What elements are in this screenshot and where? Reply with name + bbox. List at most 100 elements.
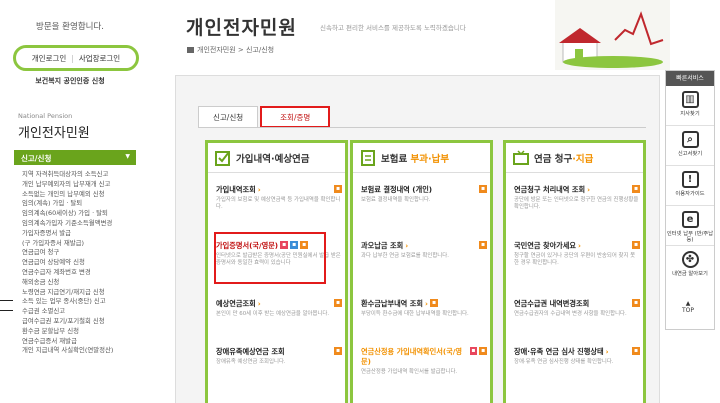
tab-report[interactable]: 신고/신청 [198, 106, 259, 128]
service-item[interactable]: 장애·유족 연금 심사 진행상태 › ▪ 장애·유족 연금 심사진행 상태를 확인… [514, 347, 640, 366]
submenu-item[interactable]: 개인 지급내역 사실확인(연말정산) [22, 346, 113, 356]
submenu-item[interactable]: (구 가입자증서 재발급) [22, 239, 113, 249]
service-name[interactable]: 예상연금조회 [216, 299, 256, 309]
submenu-item[interactable]: 소득없는 개인의 납부예외 신청 [22, 190, 113, 200]
submenu-item[interactable]: 가입자증명서 발급 [22, 229, 113, 239]
quick-service-bar: 빠른서비스 ▥ 지사찾기 ⌕ 신고서찾기 ! 이용자가이드 e 인터넷 납부 (… [665, 70, 715, 330]
np-english-title: National Pension [18, 112, 73, 120]
arrow-icon: › [405, 241, 409, 250]
column-title-part: 부과·납부 [407, 153, 450, 165]
service-name[interactable]: 장애유족예상연금 조회 [216, 347, 285, 357]
print-icon[interactable]: ▪ [469, 347, 478, 355]
shortcut-icon[interactable]: ▪ [632, 241, 640, 249]
shortcut-icon[interactable]: ▪ [479, 241, 487, 249]
submenu-item[interactable]: 임의(계속) 가입 · 탈퇴 [22, 199, 113, 209]
arrow-icon: › [257, 299, 261, 308]
menu-head-label: 신고/신청 [21, 154, 52, 163]
certificate-link[interactable]: 보건복지 공인인증 신청 [0, 76, 140, 86]
service-item[interactable]: 과오납금 조회 › ▪ 과다 납부한 연금 보험료를 확인합니다. [361, 241, 487, 260]
service-name[interactable]: 연금수급권 내역변경조회 [514, 299, 589, 309]
submenu-item[interactable]: 노령연금 지급연기/재지급 신청 [22, 288, 113, 298]
submenu-item[interactable]: 연금급여 청구 [22, 248, 113, 258]
submenu-item[interactable]: 임의계속가입자 기준소득월액변경 [22, 219, 113, 229]
submenu-item[interactable]: 임의계속(60세이상) 가입 · 탈퇴 [22, 209, 113, 219]
service-item[interactable]: 예상연금조회 › ▪ 본인이 만 60세 이후 받는 예상연금을 알아봅니다. [216, 299, 342, 318]
service-item[interactable]: 장애유족예상연금 조회 ▪ 장애유족 예상연금 조회입니다. [216, 347, 342, 366]
tv-icon [513, 149, 529, 165]
shortcut-icon[interactable]: ▪ [334, 185, 342, 193]
submenu-item[interactable]: 수급권 소멸신고 [22, 307, 113, 317]
tab-inquiry[interactable]: 조회/증명 [260, 106, 331, 128]
submenu-item[interactable]: 환수금 분할납부 신청 [22, 327, 113, 337]
divider [0, 310, 13, 311]
shortcut-icon[interactable]: ▪ [479, 185, 487, 193]
arrow-up-icon: ▲ [685, 300, 691, 307]
service-name[interactable]: 과오납금 조회 [361, 241, 403, 251]
service-name[interactable]: 가입내역조회 [216, 185, 256, 195]
divider [0, 300, 13, 301]
service-name[interactable]: 연금청구 처리내역 조회 [514, 185, 585, 195]
shortcut-icon[interactable]: ▪ [632, 299, 640, 307]
quick-item-branch[interactable]: ▥ 지사찾기 [666, 86, 714, 126]
service-name[interactable]: 국민연금 찾아가세요 [514, 241, 576, 251]
quick-label: 신고서찾기 [677, 151, 703, 157]
submenu-item[interactable]: 개인 납부예외자의 납부재개 신고 [22, 180, 113, 190]
breadcrumb: 개인전자민원 > 신고/신청 [187, 45, 274, 55]
submenu-item[interactable]: 연금수급자 계좌번호 변경 [22, 268, 113, 278]
quick-label: 지사찾기 [680, 111, 700, 117]
service-item[interactable]: 연금수급권 내역변경조회 ▪ 연금수급권자의 수급내역 변경 사항을 확인합니다… [514, 299, 640, 318]
page-title: 개인전자민원 [186, 17, 297, 39]
submenu-item[interactable]: 해외송금 신청 [22, 278, 113, 288]
shortcut-icon[interactable]: ▪ [430, 299, 438, 307]
quick-item-payment[interactable]: e 인터넷 납부 (반/주납 등) [666, 206, 714, 246]
arrow-icon: › [257, 185, 261, 194]
service-desc: 연금산정용 가입내역 확인서를 발급합니다. [361, 369, 458, 375]
arrow-icon: › [425, 299, 428, 308]
clover-icon: ✤ [681, 251, 699, 268]
quick-item-forms[interactable]: ⌕ 신고서찾기 [666, 126, 714, 166]
shortcut-icon[interactable]: ▪ [479, 347, 487, 355]
personal-login-button[interactable]: 개인로그인 [32, 53, 67, 64]
service-desc: 가입자의 보험료 및 예상연금액 등 가입내역을 확인합니다. [216, 197, 341, 210]
column-title: 가입내역·예상연금 [236, 151, 310, 165]
service-item[interactable]: 보험료 결정내역 (개인) ▪ 보험료 결정내역을 확인합니다. [361, 185, 487, 204]
service-name[interactable]: 보험료 결정내역 (개인) [361, 185, 432, 195]
e-icon: e [681, 211, 699, 228]
submenu-list: 지역 자격취득대상자의 소득신고 개인 납부예외자의 납부재개 신고 소득없는 … [22, 170, 113, 356]
submenu-item[interactable]: 지역 자격취득대상자의 소득신고 [22, 170, 113, 180]
column-title-part: ·지급 [572, 153, 594, 165]
quick-item-guide[interactable]: ! 이용자가이드 [666, 166, 714, 206]
column-title: 보험료 부과·납부 [381, 151, 449, 165]
service-name[interactable]: 장애·유족 연금 심사 진행상태 [514, 347, 604, 357]
service-item[interactable]: 연금산정용 가입내역확인서(국/영문) ▪ ▪ 연금산정용 가입내역 확인서를 발급… [361, 347, 487, 376]
business-login-button[interactable]: 사업장로그인 [79, 53, 120, 64]
shortcut-icon[interactable]: ▪ [632, 185, 640, 193]
shortcut-icon[interactable]: ▪ [334, 347, 342, 355]
service-item[interactable]: 국민연금 찾아가세요 › ▪ 청구할 연금이 있거나 공단의 우편이 반송되어 찾… [514, 241, 640, 267]
top-button[interactable]: ▲ TOP [678, 300, 698, 314]
column-header: 연금 청구·지급 [506, 143, 643, 173]
shortcut-icon[interactable]: ▪ [334, 299, 342, 307]
home-icon[interactable] [187, 47, 194, 53]
submenu-item[interactable]: 소득 있는 업무 종사(중단) 신고 [22, 297, 113, 307]
service-desc: 부당이득 환수금에 대한 납부내역을 확인합니다. [361, 311, 469, 317]
quick-item-mypension[interactable]: ✤ 내연금 알아보기 [666, 246, 714, 286]
service-item[interactable]: 환수금납부내역 조회 › ▪ 부당이득 환수금에 대한 납부내역을 확인합니다. [361, 299, 487, 318]
service-name[interactable]: 환수금납부내역 조회 [361, 299, 423, 309]
service-name[interactable]: 연금산정용 가입내역확인서(국/영문) [361, 347, 468, 367]
column-header: 가입내역·예상연금 [208, 143, 345, 173]
column-title: 연금 청구·지급 [534, 151, 593, 165]
service-item[interactable]: 가입내역조회 › ▪ 가입자의 보험료 및 예상연금액 등 가입내역을 확인합니다… [216, 185, 342, 211]
submenu-item[interactable]: 급여수급권 포기/포기철회 신청 [22, 317, 113, 327]
shortcut-icon[interactable]: ▪ [632, 347, 640, 355]
submenu-item[interactable]: 연금수급증서 재발급 [22, 337, 113, 347]
service-item[interactable]: 연금청구 처리내역 조회 › ▪ 공단에 방문 또는 인터넷으로 청구한 연금의 … [514, 185, 640, 211]
quick-label: 인터넷 납부 (반/주납 등) [666, 231, 714, 243]
arrow-icon: › [605, 347, 609, 356]
login-box: 개인로그인 | 사업장로그인 [13, 45, 139, 71]
menu-head-report[interactable]: 신고/신청 ▼ [14, 150, 136, 165]
service-desc: 보험료 결정내역을 확인합니다. [361, 197, 431, 203]
checklist-icon [215, 150, 230, 166]
submenu-item[interactable]: 연금급여 상담예약 신청 [22, 258, 113, 268]
login-separator: | [71, 53, 74, 63]
